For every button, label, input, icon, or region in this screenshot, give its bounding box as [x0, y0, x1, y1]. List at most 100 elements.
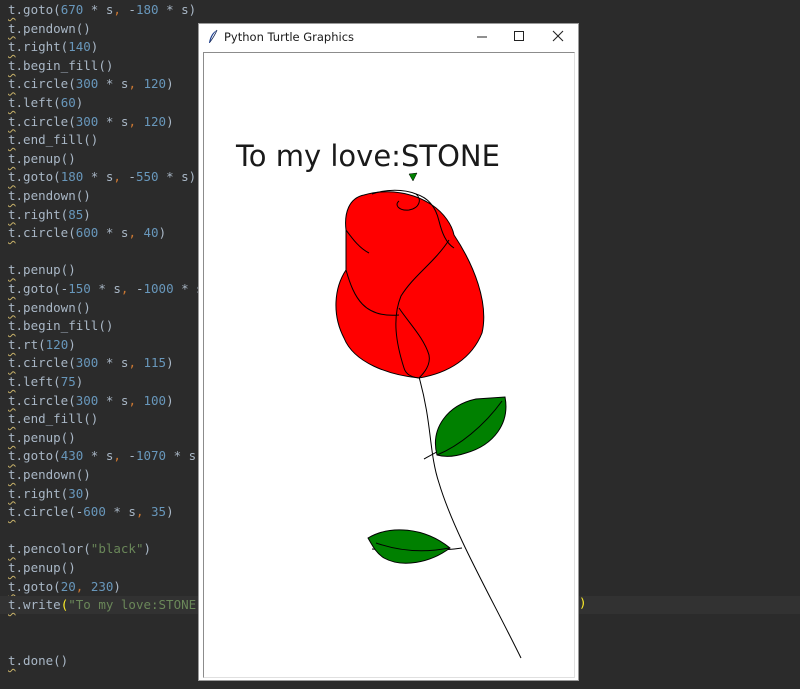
code-line[interactable]: t.goto(670 * s, -180 * s) [8, 1, 196, 19]
code-token: 120 [143, 76, 167, 92]
code-token-object: t [8, 150, 16, 166]
code-token: * s [98, 392, 129, 408]
code-token: ) [83, 485, 91, 501]
minimize-icon [477, 36, 487, 38]
code-line[interactable]: t.pendown() [8, 187, 91, 205]
close-button[interactable] [540, 24, 576, 50]
code-line[interactable]: t.penup() [8, 150, 76, 168]
code-token: .goto( [15, 169, 61, 185]
code-token: .goto( [15, 448, 61, 464]
code-token: .pendown() [15, 467, 91, 482]
code-token: ) [143, 541, 152, 557]
code-line[interactable]: t.penup() [8, 261, 76, 279]
code-token: 600 [83, 504, 106, 520]
code-token: - [128, 281, 144, 296]
code-line[interactable]: t.right(85) [8, 206, 91, 224]
code-token: ) [68, 336, 76, 352]
code-token: .pendown() [15, 299, 91, 315]
code-token: , [113, 2, 121, 17]
code-line[interactable]: t.pencolor("black") [8, 540, 151, 558]
code-line[interactable]: t.begin_fill() [8, 57, 113, 75]
hidden-line-tail: ) [579, 595, 587, 610]
code-token-object: t [8, 20, 16, 36]
code-line[interactable]: t.right(30) [8, 485, 91, 503]
code-line[interactable]: t.circle(300 * s, 120) [8, 75, 174, 93]
code-token-object: t [8, 206, 16, 222]
code-token: * s) [158, 2, 197, 17]
code-token: 300 [75, 392, 99, 408]
code-line[interactable]: t.begin_fill() [8, 317, 113, 335]
code-token: 40 [143, 225, 159, 241]
code-token-object: t [8, 2, 16, 17]
code-token: .right( [15, 39, 69, 55]
code-token: 115 [143, 355, 167, 371]
code-token-object: t [8, 429, 16, 445]
code-line[interactable]: t.goto(20, 230) [8, 578, 121, 596]
code-line[interactable]: t.rt(120) [8, 336, 76, 354]
code-token: .begin_fill() [15, 57, 114, 73]
code-line[interactable]: t.circle(300 * s, 120) [8, 113, 174, 131]
code-line[interactable]: t.end_fill() [8, 410, 98, 428]
code-token: .circle( [15, 225, 76, 241]
code-token: 550 [135, 169, 159, 185]
code-token: ) [166, 113, 174, 129]
code-line[interactable]: t.pendown() [8, 299, 91, 317]
code-token: .right( [15, 206, 69, 222]
code-token: .end_fill() [15, 132, 99, 148]
code-token: ) [166, 76, 174, 92]
code-line[interactable]: t.right(140) [8, 38, 98, 56]
code-line[interactable]: t.goto(430 * s, -1070 * s) [8, 447, 204, 465]
code-token: * s [83, 448, 114, 464]
code-token-object: t [8, 113, 16, 129]
code-line[interactable]: t.circle(600 * s, 40) [8, 224, 166, 242]
code-line[interactable]: t.pendown() [8, 466, 91, 484]
code-line[interactable]: t.end_fill() [8, 131, 98, 149]
code-token-object: t [8, 225, 16, 241]
code-line[interactable]: t.goto(-150 * s, -1000 * s) [8, 280, 211, 298]
code-line[interactable]: t.goto(180 * s, -550 * s) [8, 168, 196, 186]
maximize-button[interactable] [501, 24, 537, 50]
code-line[interactable]: t.left(60) [8, 94, 83, 112]
code-line[interactable]: t.done() [8, 652, 68, 670]
code-token: , [113, 169, 121, 185]
code-token: .penup() [15, 560, 76, 575]
code-token: * s [98, 225, 129, 241]
code-line[interactable]: t.circle(-600 * s, 35) [8, 503, 174, 521]
code-line[interactable]: t.penup() [8, 429, 76, 447]
minimize-button[interactable] [464, 24, 500, 50]
code-line[interactable]: t.pendown() [8, 20, 91, 38]
code-token: "To my love:STONE" [68, 597, 204, 613]
code-token: ) [90, 39, 99, 55]
code-token: * s [105, 504, 136, 520]
code-token-object: t [8, 485, 16, 501]
code-token: .penup() [15, 150, 76, 166]
code-token: .circle( [15, 392, 76, 408]
turtle-window[interactable]: Python Turtle Graphics To my love:STONE [198, 23, 579, 681]
code-line[interactable]: t.penup() [8, 559, 76, 577]
close-icon [552, 30, 564, 42]
code-line[interactable]: t.left(75) [8, 373, 83, 391]
code-token: .begin_fill() [15, 318, 114, 334]
code-token: ) [166, 504, 174, 520]
code-token: , [128, 355, 136, 371]
code-token: * s) [158, 169, 197, 185]
code-token: * s [98, 355, 129, 371]
code-token: 180 [135, 2, 159, 17]
code-line[interactable]: t.circle(300 * s, 100) [8, 392, 174, 410]
code-token: .rt( [15, 336, 46, 352]
code-token-object: t [8, 132, 16, 148]
code-token: - [120, 169, 136, 185]
code-token: .pendown() [15, 20, 91, 36]
code-token-object: t [8, 467, 16, 482]
code-token: ) [158, 225, 167, 241]
code-line[interactable]: t.circle(300 * s, 115) [8, 354, 174, 372]
turtle-canvas[interactable]: To my love:STONE [203, 52, 575, 678]
code-token: , [128, 76, 136, 92]
code-token-object: t [8, 188, 16, 203]
titlebar[interactable]: Python Turtle Graphics [199, 24, 578, 50]
code-token: .goto(- [15, 281, 69, 296]
